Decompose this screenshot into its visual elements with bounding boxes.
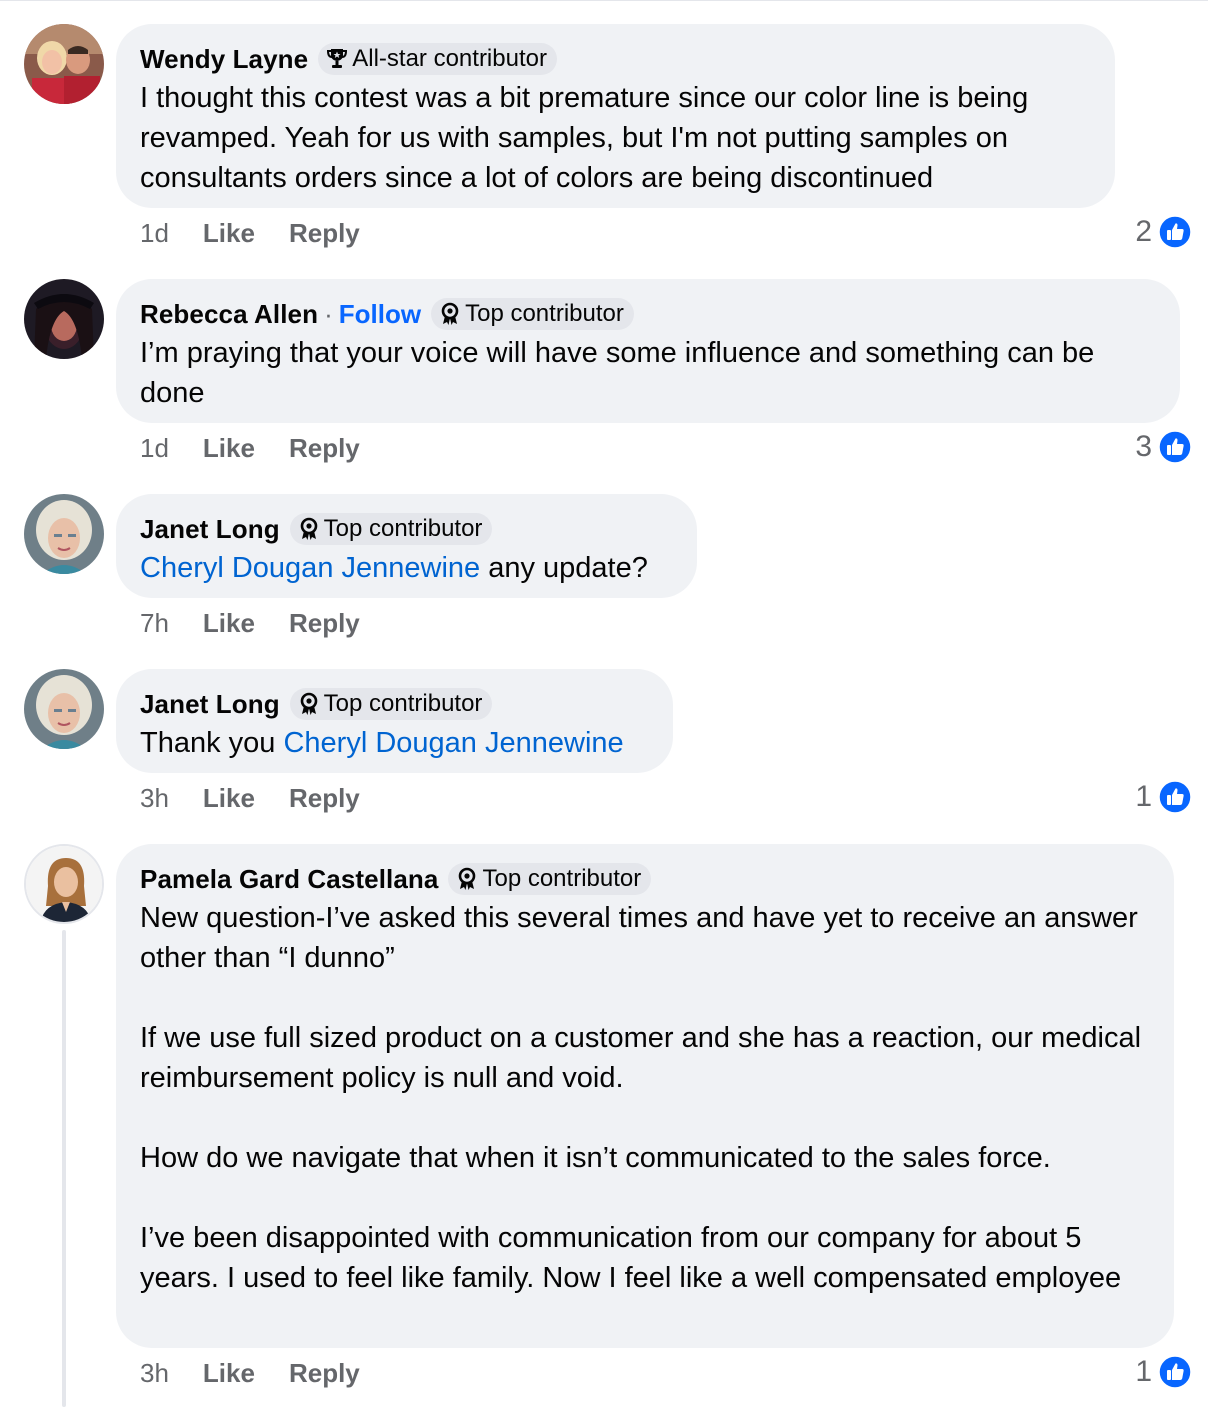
ribbon-icon — [300, 692, 317, 715]
timestamp[interactable]: 3h — [140, 783, 169, 814]
contributor-badge[interactable]: Top contributor — [289, 513, 493, 545]
mention-link[interactable]: Cheryl Dougan Jennewine — [140, 552, 480, 584]
comment-paragraph: I thought this contest was a bit prematu… — [140, 82, 1029, 194]
like-reaction-icon — [1158, 780, 1192, 814]
ribbon-icon — [441, 302, 459, 325]
comment-header: Janet Long Top contributor — [140, 687, 649, 721]
avatar[interactable] — [24, 24, 104, 104]
reaction-summary[interactable]: 1 — [1135, 779, 1192, 815]
like-reaction-icon — [1158, 1355, 1192, 1389]
follow-button[interactable]: Follow — [339, 299, 421, 330]
like-reaction-icon — [1158, 430, 1192, 464]
contributor-badge[interactable]: All-star contributor — [318, 43, 557, 75]
comment-text: New question-I’ve asked this several tim… — [140, 898, 1150, 1298]
badge-label: Top contributor — [323, 690, 483, 717]
comment-paragraph: If we use full sized product on a custom… — [140, 1022, 1142, 1094]
avatar[interactable] — [24, 669, 104, 749]
reaction-count: 2 — [1135, 215, 1152, 248]
comment-text-tail: any update? — [480, 552, 648, 584]
comment-header: Pamela Gard Castellana Top contributor — [140, 862, 1150, 896]
timestamp[interactable]: 3h — [140, 1358, 169, 1389]
comment-header: Wendy Layne All-star contributor — [140, 42, 1091, 76]
comment-actions: 1d Like Reply — [140, 216, 394, 250]
like-button[interactable]: Like — [203, 218, 255, 249]
badge-label: Top contributor — [323, 515, 483, 542]
comment-paragraph: Cheryl Dougan Jennewine any update? — [140, 548, 673, 588]
comment-bubble: Pamela Gard Castellana Top contributor N… — [116, 844, 1174, 1348]
reaction-summary[interactable]: 3 — [1135, 429, 1192, 465]
author-name[interactable]: Janet Long — [140, 514, 280, 545]
author-name[interactable]: Rebecca Allen — [140, 299, 318, 330]
comment-paragraph: How do we navigate that when it isn’t co… — [140, 1142, 1051, 1174]
reaction-count: 3 — [1135, 430, 1152, 463]
reaction-count: 1 — [1135, 780, 1152, 813]
badge-label: Top contributor — [465, 300, 624, 327]
reply-thread-line — [62, 930, 66, 1407]
comment-paragraph: I’m praying that your voice will have so… — [140, 337, 1095, 409]
reaction-count: 1 — [1135, 1355, 1152, 1388]
avatar[interactable] — [24, 494, 104, 574]
comment-actions: 3h Like Reply — [140, 781, 394, 815]
comment-text: Thank you Cheryl Dougan Jennewine — [140, 723, 649, 763]
comment-bubble: Janet Long Top contributor Thank you Che… — [116, 669, 673, 773]
author-name[interactable]: Janet Long — [140, 689, 280, 720]
avatar[interactable] — [24, 844, 104, 924]
comment-header: Rebecca Allen · Follow Top contributor — [140, 297, 1156, 331]
reaction-summary[interactable]: 1 — [1135, 1354, 1192, 1390]
ribbon-icon — [300, 517, 317, 540]
like-button[interactable]: Like — [203, 433, 255, 464]
comment-bubble: Janet Long Top contributor Cheryl Dougan… — [116, 494, 697, 598]
comment-paragraph: New question-I’ve asked this several tim… — [140, 902, 1138, 974]
contributor-badge[interactable]: Top contributor — [289, 688, 493, 720]
comment-text-head: Thank you — [140, 727, 284, 759]
comment-bubble: Wendy Layne All-star contributor I thoug… — [116, 24, 1115, 208]
badge-label: All-star contributor — [352, 45, 547, 72]
timestamp[interactable]: 1d — [140, 433, 169, 464]
comment-actions: 7h Like Reply — [140, 606, 394, 640]
reply-button[interactable]: Reply — [289, 218, 360, 249]
like-button[interactable]: Like — [203, 783, 255, 814]
comment-text: Cheryl Dougan Jennewine any update? — [140, 548, 673, 588]
trophy-icon — [327, 49, 348, 68]
contributor-badge[interactable]: Top contributor — [448, 863, 652, 895]
author-name[interactable]: Wendy Layne — [140, 44, 308, 75]
comment-header: Janet Long Top contributor — [140, 512, 673, 546]
comment-text: I’m praying that your voice will have so… — [140, 333, 1156, 413]
reply-button[interactable]: Reply — [289, 608, 360, 639]
reply-button[interactable]: Reply — [289, 783, 360, 814]
timestamp[interactable]: 1d — [140, 218, 169, 249]
like-button[interactable]: Like — [203, 1358, 255, 1389]
author-name[interactable]: Pamela Gard Castellana — [140, 864, 438, 895]
like-button[interactable]: Like — [203, 608, 255, 639]
reply-button[interactable]: Reply — [289, 1358, 360, 1389]
separator-dot: · — [324, 298, 333, 329]
badge-label: Top contributor — [482, 865, 642, 892]
avatar[interactable] — [24, 279, 104, 359]
ribbon-icon — [459, 867, 476, 890]
contributor-badge[interactable]: Top contributor — [431, 298, 634, 330]
comment-paragraph: Thank you Cheryl Dougan Jennewine — [140, 723, 649, 763]
reply-button[interactable]: Reply — [289, 433, 360, 464]
comment-actions: 1d Like Reply — [140, 431, 394, 465]
comment-paragraph: I’ve been disappointed with communicatio… — [140, 1222, 1122, 1294]
mention-link[interactable]: Cheryl Dougan Jennewine — [283, 727, 623, 759]
reaction-summary[interactable]: 2 — [1135, 214, 1192, 250]
like-reaction-icon — [1158, 215, 1192, 249]
comment-text: I thought this contest was a bit prematu… — [140, 78, 1091, 198]
timestamp[interactable]: 7h — [140, 608, 169, 639]
comment-list: Wendy Layne All-star contributor I thoug… — [0, 0, 1208, 1407]
comment-bubble: Rebecca Allen · Follow Top contributor I… — [116, 279, 1180, 423]
comment-actions: 3h Like Reply — [140, 1356, 394, 1390]
